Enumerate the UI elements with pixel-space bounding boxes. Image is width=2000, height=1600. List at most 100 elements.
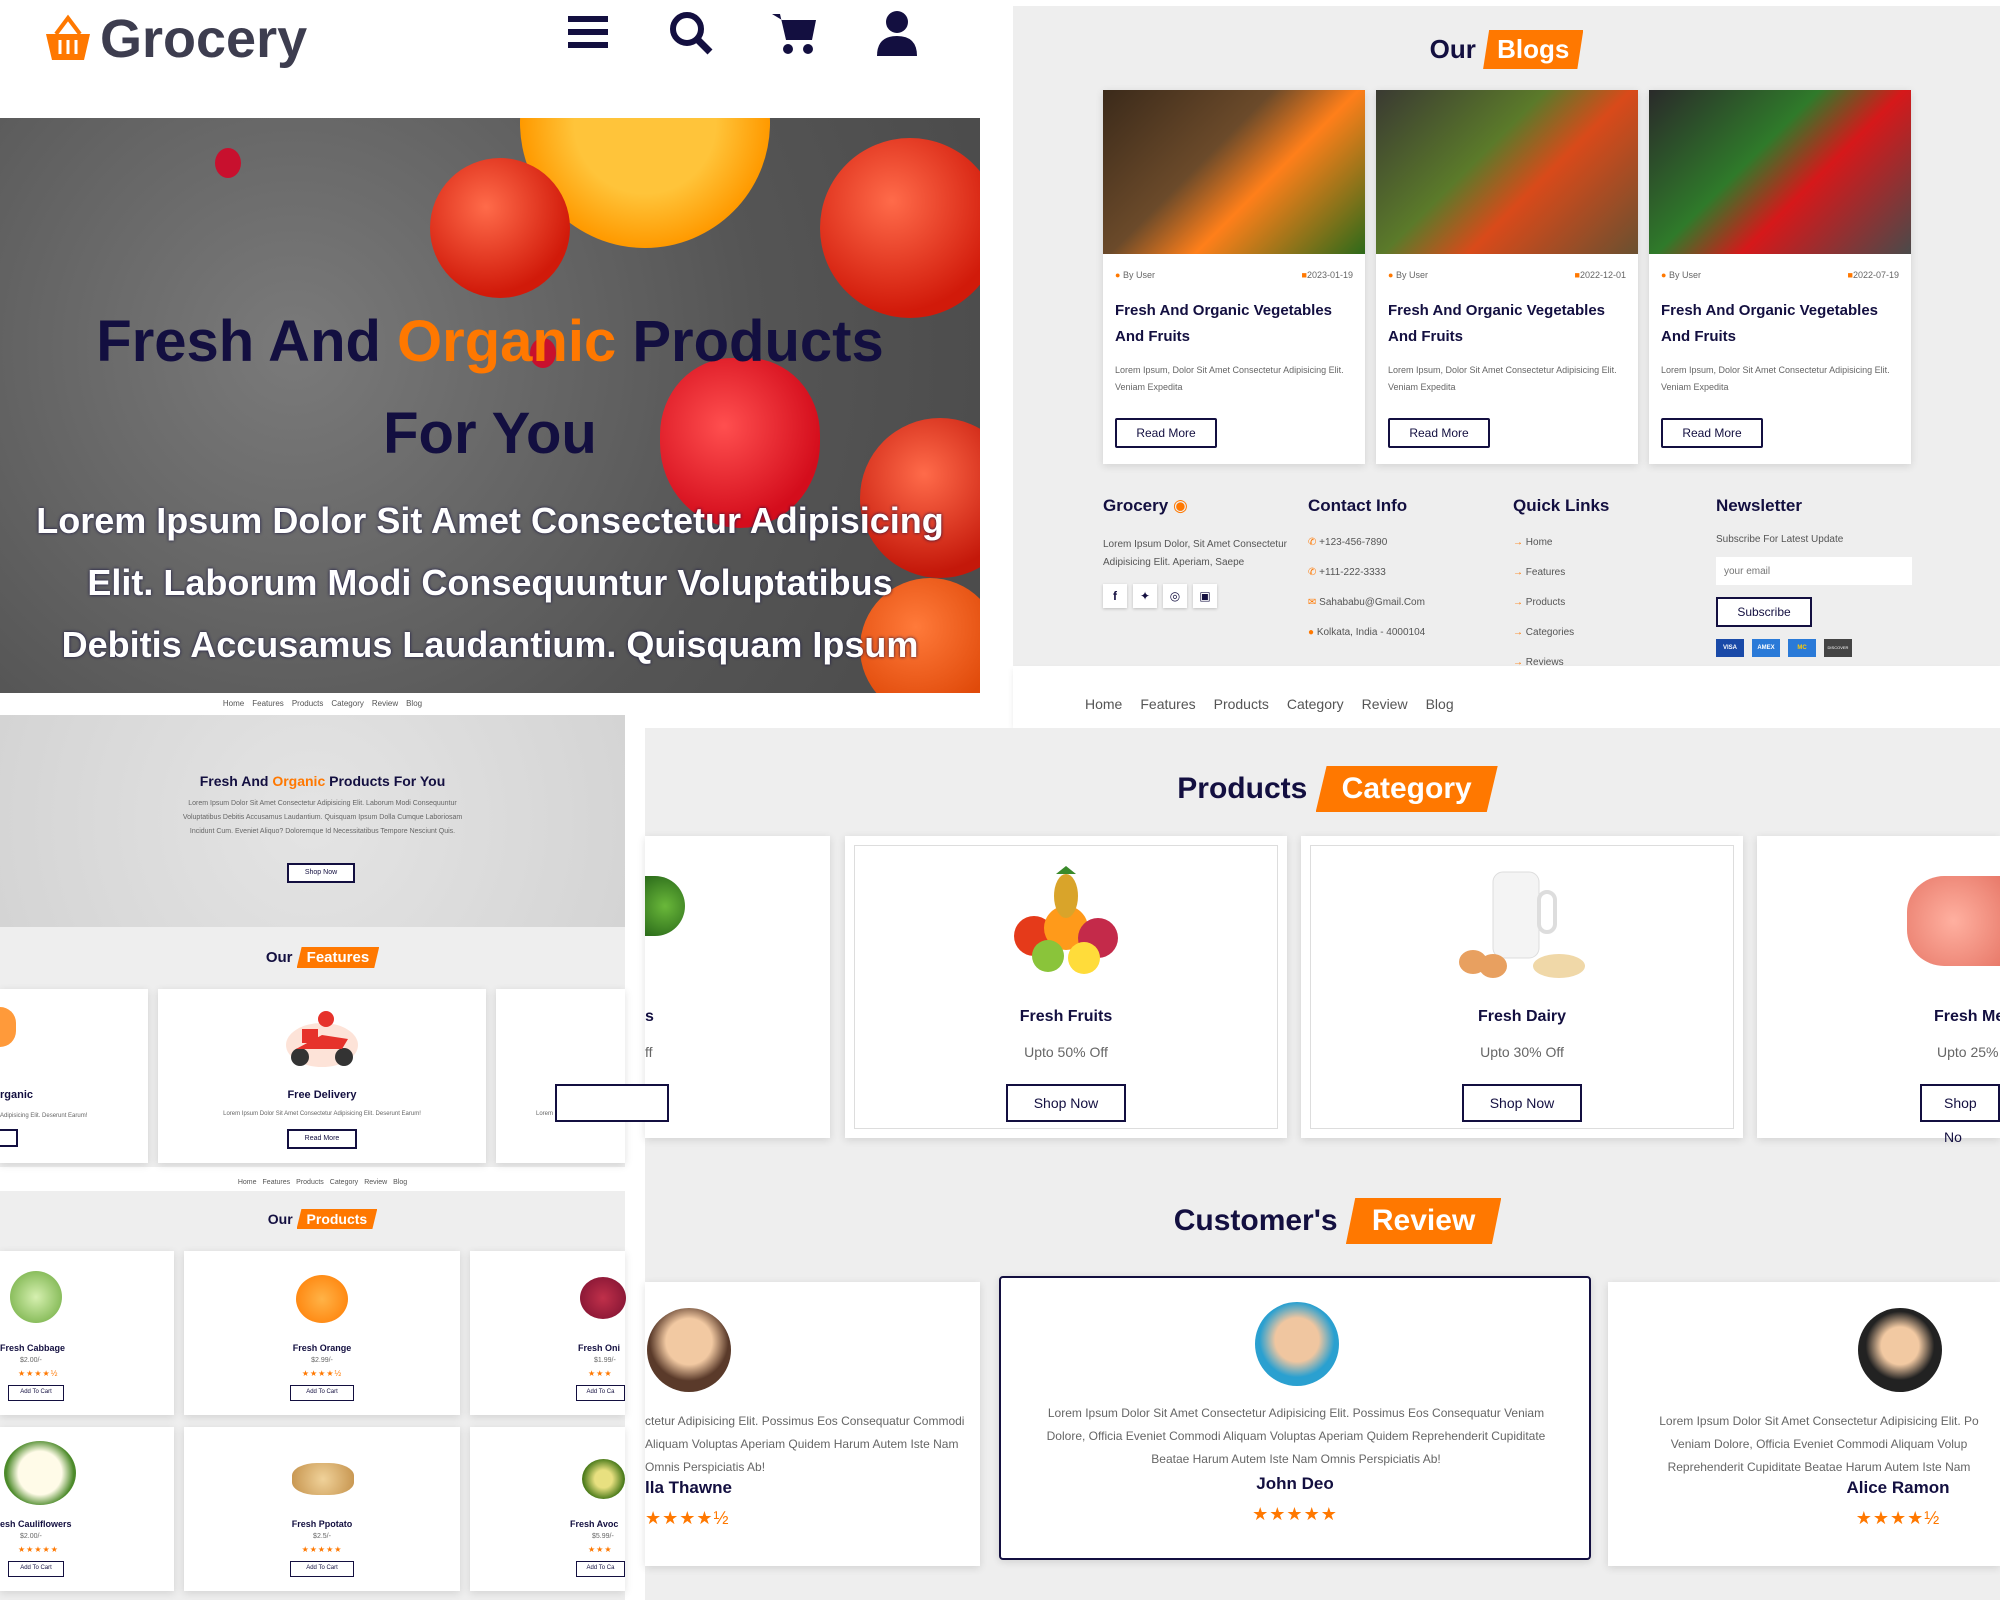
hero-section: Fresh And Organic Products For You Lorem… [0, 118, 980, 693]
feature-card: E Lorem Ipsum Dolor Sit Am [496, 989, 625, 1163]
blog-date: ■2023-01-19 [1301, 270, 1353, 280]
cart-icon[interactable] [770, 10, 818, 56]
user-icon[interactable] [876, 10, 918, 56]
phone-icon: ✆ [1308, 567, 1317, 578]
review-card-active: Lorem Ipsum Dolor Sit Amet Consectetur A… [999, 1276, 1591, 1560]
nav-products[interactable]: Products [1214, 696, 1269, 712]
read-more-button[interactable]: Read More [1115, 418, 1217, 448]
tomato-image [430, 158, 570, 298]
category-card: Fresh Fruits Upto 50% Off Shop Now [845, 836, 1287, 1138]
avatar [647, 1308, 731, 1392]
user-icon: ● [1115, 270, 1121, 280]
add-to-cart-button[interactable]: Add To Cart [8, 1561, 64, 1577]
blogs-heading: Our Blogs [1013, 30, 2000, 69]
main-nav: Home Features Products Category Review Blog [1013, 666, 2000, 728]
nav-home[interactable]: Home [238, 1179, 257, 1186]
logo[interactable]: Grocery [38, 8, 307, 70]
add-to-cart-button[interactable]: Add To Cart [290, 1561, 354, 1577]
linkedin-icon[interactable]: ▣ [1193, 584, 1217, 608]
blog-desc: Lorem Ipsum, Dolor Sit Amet Consectetur … [1388, 365, 1617, 392]
nav-blog[interactable]: Blog [406, 699, 422, 708]
nav-category[interactable]: Category [1287, 696, 1344, 712]
dairy-image [1457, 862, 1587, 982]
category-card: Fresh Me Upto 25% Shop No [1757, 836, 2000, 1145]
hero-title: Fresh And Organic Products For You [96, 309, 884, 466]
category-card: Fresh Dairy Upto 30% Off Shop Now [1301, 836, 1743, 1138]
features-heading: Our Features [0, 947, 645, 968]
cabbage-image [10, 1271, 62, 1323]
nav-home[interactable]: Home [223, 699, 244, 708]
nav-blog[interactable]: Blog [393, 1179, 407, 1186]
category-card: s ff [555, 836, 830, 1138]
social-links: f ✦ ◎ ▣ [1103, 584, 1293, 608]
add-to-cart-button[interactable]: Add To Cart [8, 1385, 64, 1401]
nav-review[interactable]: Review [1362, 696, 1408, 712]
nav-products[interactable]: Products [296, 1179, 324, 1186]
shop-now-button[interactable]: Shop Now [1462, 1084, 1582, 1122]
nav-category[interactable]: Category [330, 1179, 358, 1186]
product-card: Fresh Oni $1.99/- ★★★ Add To Ca [470, 1251, 626, 1415]
cauliflower-image [4, 1441, 76, 1505]
nav-home[interactable]: Home [1085, 696, 1122, 712]
footer-brand: Grocery ◉ Lorem Ipsum Dolor, Sit Amet Co… [1103, 496, 1293, 608]
read-more-button[interactable]: Read More [287, 1129, 357, 1149]
features-section: Our Features rganic Adipisicing Elit. De… [0, 927, 625, 1167]
add-to-cart-button[interactable]: Add To Ca [576, 1561, 625, 1577]
instagram-icon[interactable]: ◎ [1163, 584, 1187, 608]
nav-blog[interactable]: Blog [1426, 696, 1454, 712]
subscribe-button[interactable]: Subscribe [1716, 597, 1812, 627]
products-section: Our Products Fresh Cabbage $2.00/- ★★★★½… [0, 1191, 626, 1600]
nav-features[interactable]: Features [1140, 696, 1195, 712]
visa-card-icon: VISA [1716, 639, 1744, 657]
small-hero: Fresh And Organic Products For You Lorem… [0, 715, 625, 927]
read-more-button[interactable]: Read More [1661, 418, 1763, 448]
tomato-image [820, 138, 980, 318]
blog-desc: Lorem Ipsum, Dolor Sit Amet Consectetur … [1661, 365, 1890, 392]
nav-review[interactable]: Review [364, 1179, 387, 1186]
contact-email: ✉ Sahababu@Gmail.Com [1308, 597, 1425, 608]
blog-date: ■2022-12-01 [1574, 270, 1626, 280]
blog-card: ● By User ■2022-07-19 Fresh And Organic … [1649, 90, 1911, 464]
quick-link-features[interactable]: → Features [1513, 558, 1673, 588]
add-to-cart-button[interactable]: Add To Ca [576, 1385, 625, 1401]
quick-link-categories[interactable]: → Categories [1513, 618, 1673, 648]
onion-image [580, 1277, 626, 1319]
nav-features[interactable]: Features [252, 699, 284, 708]
nav-products[interactable]: Products [292, 699, 324, 708]
organic-icon [0, 1007, 16, 1047]
arrow-right-icon: → [1513, 627, 1523, 638]
menu-icon[interactable] [568, 14, 608, 50]
shop-now-button[interactable] [555, 1084, 669, 1122]
category-heading: Products Category [645, 766, 2000, 812]
twitter-icon[interactable]: ✦ [1133, 584, 1157, 608]
read-more-button[interactable] [0, 1129, 18, 1147]
shop-now-button[interactable]: Shop Now [1006, 1084, 1126, 1122]
mastercard-icon: MC [1788, 639, 1816, 657]
contact-phone: ✆ +123-456-7890 [1308, 537, 1388, 548]
avocado-image [582, 1459, 625, 1499]
quick-link-products[interactable]: → Products [1513, 588, 1673, 618]
logo-text: Grocery [100, 9, 308, 69]
nav-category[interactable]: Category [331, 699, 363, 708]
facebook-icon[interactable]: f [1103, 584, 1127, 608]
add-to-cart-button[interactable]: Add To Cart [290, 1385, 354, 1401]
product-card: Fresh Cabbage $2.00/- ★★★★½ Add To Cart [0, 1251, 174, 1415]
product-card: Fresh Avoc $5.99/- ★★★ Add To Ca [470, 1427, 625, 1591]
blog-image [1103, 90, 1365, 254]
product-card: Fresh Ppotato $2.5/- ★★★★★ Add To Cart [184, 1427, 460, 1591]
nav-review[interactable]: Review [372, 699, 398, 708]
read-more-button[interactable]: Read More [1388, 418, 1490, 448]
vegetable-image [645, 876, 685, 936]
search-icon[interactable] [668, 10, 714, 56]
blog-title: Fresh And Organic Vegetables And Fruits [1388, 302, 1606, 345]
shop-now-button[interactable]: Shop No [1920, 1084, 2000, 1145]
feature-card: Free Delivery Lorem Ipsum Dolor Sit Amet… [158, 989, 486, 1163]
arrow-right-icon: → [1513, 597, 1523, 608]
user-icon: ● [1388, 270, 1394, 280]
nav-features[interactable]: Features [263, 1179, 291, 1186]
newsletter-email-input[interactable] [1716, 557, 1912, 585]
shop-now-button[interactable]: Shop Now [287, 863, 355, 883]
quick-link-home[interactable]: → Home [1513, 528, 1673, 558]
hero-text: Lorem Ipsum Dolor Sit Amet Consectetur A… [36, 500, 944, 665]
avatar [1255, 1302, 1339, 1386]
